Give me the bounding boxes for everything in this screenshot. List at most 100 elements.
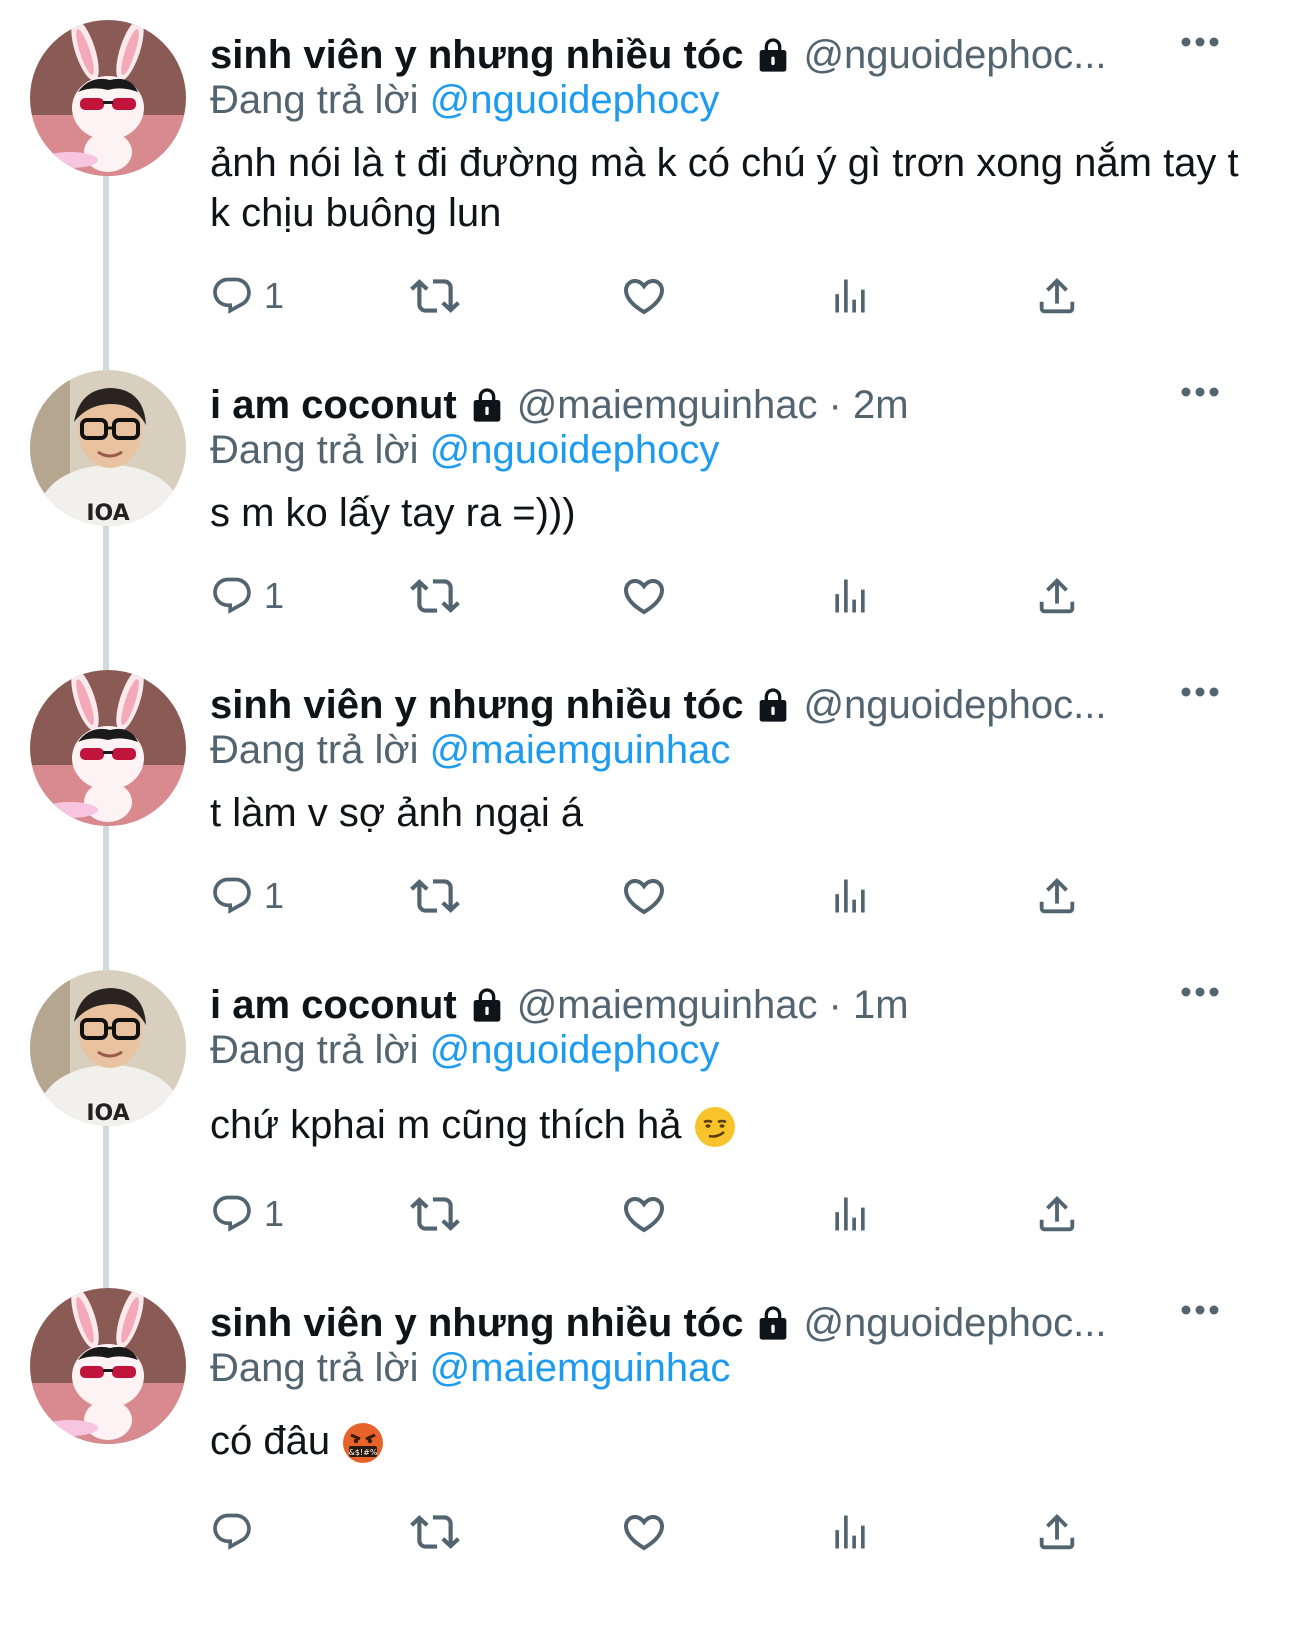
mention-link[interactable]: @nguoidephocy <box>430 78 720 122</box>
replying-label: Đang trả lời <box>210 1346 419 1390</box>
share-button[interactable] <box>1034 866 1080 926</box>
mention-link[interactable]: @maiemguinhac <box>430 728 731 772</box>
reply-button[interactable]: 1 <box>210 1184 284 1244</box>
person-avatar-icon <box>30 370 186 526</box>
share-icon <box>1034 1509 1080 1555</box>
user-handle[interactable]: @maiemguinhac · 1m <box>517 983 909 1028</box>
like-icon <box>620 872 668 920</box>
retweet-icon <box>410 1189 460 1239</box>
tweet[interactable]: i am coconut @maiemguinhac · 1m Đang trả… <box>0 950 1290 1268</box>
reply-icon <box>210 274 254 318</box>
reply-count: 1 <box>264 275 285 316</box>
display-name[interactable]: i am coconut <box>210 983 457 1028</box>
reply-button[interactable]: 1 <box>210 866 284 926</box>
like-button[interactable] <box>620 1502 668 1562</box>
user-handle[interactable]: @nguoidephoc... <box>803 33 1106 78</box>
more-icon[interactable] <box>1170 1290 1230 1330</box>
share-icon <box>1034 573 1080 619</box>
like-button[interactable] <box>620 866 668 926</box>
tweet[interactable]: sinh viên y nhưng nhiều tóc @nguoidephoc… <box>0 0 1290 350</box>
display-name[interactable]: sinh viên y nhưng nhiều tóc <box>210 1301 743 1346</box>
retweet-button[interactable] <box>410 1502 460 1562</box>
action-bar: 1 <box>210 566 1110 626</box>
tweet-header: sinh viên y nhưng nhiều tóc @nguoidephoc… <box>210 30 1230 80</box>
share-button[interactable] <box>1034 1184 1080 1244</box>
reply-button[interactable] <box>210 1502 264 1562</box>
reply-count: 1 <box>264 575 285 616</box>
bunny-avatar-icon <box>30 670 186 826</box>
like-icon <box>620 1190 668 1238</box>
like-button[interactable] <box>620 266 668 326</box>
tweet-header: sinh viên y nhưng nhiều tóc @nguoidephoc… <box>210 680 1230 730</box>
like-button[interactable] <box>620 566 668 626</box>
tweet-text: s m ko lấy tay ra =))) <box>210 491 576 535</box>
more-icon[interactable] <box>1170 22 1230 62</box>
retweet-button[interactable] <box>410 866 460 926</box>
tweet[interactable]: sinh viên y nhưng nhiều tóc @nguoidephoc… <box>0 1268 1290 1632</box>
avatar[interactable] <box>30 20 186 176</box>
analytics-button[interactable] <box>828 1184 872 1244</box>
user-handle[interactable]: @nguoidephoc... <box>803 1301 1106 1346</box>
more-icon[interactable] <box>1170 672 1230 712</box>
reply-icon <box>210 874 254 918</box>
retweet-button[interactable] <box>410 266 460 326</box>
like-icon <box>620 572 668 620</box>
bunny-avatar-icon <box>30 1288 186 1444</box>
avatar[interactable] <box>30 1288 186 1444</box>
reply-button[interactable]: 1 <box>210 266 284 326</box>
user-handle[interactable]: @nguoidephoc... <box>803 683 1106 728</box>
action-bar <box>210 1502 1110 1562</box>
replying-to: Đang trả lời @nguoidephocy <box>210 78 719 123</box>
analytics-button[interactable] <box>828 1502 872 1562</box>
retweet-icon <box>410 271 460 321</box>
more-icon[interactable] <box>1170 372 1230 412</box>
analytics-button[interactable] <box>828 866 872 926</box>
like-icon <box>620 1508 668 1556</box>
share-button[interactable] <box>1034 266 1080 326</box>
more-icon[interactable] <box>1170 972 1230 1012</box>
user-handle[interactable]: @maiemguinhac · 2m <box>517 383 909 428</box>
avatar[interactable] <box>30 670 186 826</box>
tweet[interactable]: sinh viên y nhưng nhiều tóc @nguoidephoc… <box>0 650 1290 950</box>
mention-link[interactable]: @nguoidephocy <box>430 428 720 472</box>
mention-link[interactable]: @nguoidephocy <box>430 1028 720 1072</box>
replying-to: Đang trả lời @maiemguinhac <box>210 1346 730 1391</box>
display-name[interactable]: i am coconut <box>210 383 457 428</box>
analytics-button[interactable] <box>828 266 872 326</box>
like-button[interactable] <box>620 1184 668 1244</box>
avatar[interactable] <box>30 370 186 526</box>
lock-icon <box>467 385 507 425</box>
tweet-header: sinh viên y nhưng nhiều tóc @nguoidephoc… <box>210 1298 1230 1348</box>
analytics-button[interactable] <box>828 566 872 626</box>
smirk-emoji-icon <box>694 1107 735 1148</box>
analytics-icon <box>828 1192 872 1236</box>
avatar[interactable] <box>30 970 186 1126</box>
bunny-avatar-icon <box>30 20 186 176</box>
reply-icon <box>210 1192 254 1236</box>
action-bar: 1 <box>210 866 1110 926</box>
lock-icon <box>753 685 793 725</box>
retweet-icon <box>410 871 460 921</box>
display-name[interactable]: sinh viên y nhưng nhiều tóc <box>210 33 743 78</box>
lock-icon <box>753 35 793 75</box>
tweet[interactable]: i am coconut @maiemguinhac · 2m Đang trả… <box>0 350 1290 650</box>
svg-text:&$!#%: &$!#% <box>349 1448 378 1457</box>
replying-label: Đang trả lời <box>210 1028 419 1072</box>
reply-count: 1 <box>264 875 285 916</box>
tweet-text-container: chứ kphai m cũng thích hả <box>210 1100 1250 1150</box>
replying-label: Đang trả lời <box>210 428 419 472</box>
reply-button[interactable]: 1 <box>210 566 284 626</box>
share-button[interactable] <box>1034 1502 1080 1562</box>
retweet-button[interactable] <box>410 1184 460 1244</box>
share-icon <box>1034 1191 1080 1237</box>
replying-to: Đang trả lời @maiemguinhac <box>210 728 730 773</box>
retweet-button[interactable] <box>410 566 460 626</box>
mention-link[interactable]: @maiemguinhac <box>430 1346 731 1390</box>
tweet-text-container: có đâu &$!#% <box>210 1416 1250 1466</box>
tweet-text: t làm v sợ ảnh ngại á <box>210 791 584 835</box>
cursing-face-emoji-icon: &$!#% <box>343 1423 384 1464</box>
display-name[interactable]: sinh viên y nhưng nhiều tóc <box>210 683 743 728</box>
share-button[interactable] <box>1034 566 1080 626</box>
replying-to: Đang trả lời @nguoidephocy <box>210 1028 719 1073</box>
analytics-icon <box>828 874 872 918</box>
